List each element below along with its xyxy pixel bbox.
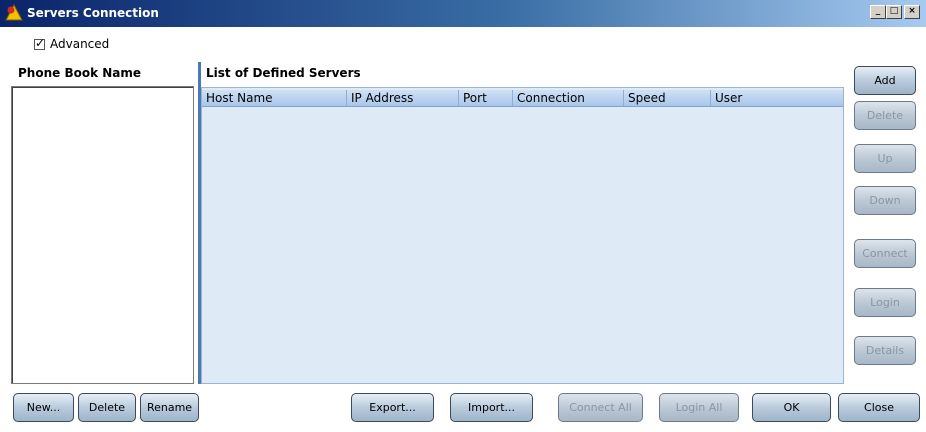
import-button[interactable]: Import...: [450, 393, 533, 422]
column-user[interactable]: User: [711, 90, 843, 106]
connect-all-button[interactable]: Connect All: [558, 393, 643, 422]
column-speed[interactable]: Speed: [624, 90, 711, 106]
phonebook-heading: Phone Book Name: [18, 66, 142, 80]
phonebook-list[interactable]: [11, 86, 194, 384]
servers-heading: List of Defined Servers: [206, 66, 361, 80]
login-all-button[interactable]: Login All: [659, 393, 739, 422]
servers-table-header: Host Name IP Address Port Connection Spe…: [202, 90, 843, 107]
close-window-button[interactable]: ×: [904, 5, 920, 19]
maximize-button[interactable]: □: [886, 5, 902, 19]
login-button[interactable]: Login: [854, 288, 916, 317]
new-phonebook-button[interactable]: New...: [13, 393, 74, 422]
minimize-button[interactable]: _: [870, 5, 886, 19]
column-connection[interactable]: Connection: [513, 90, 624, 106]
column-host-name[interactable]: Host Name: [202, 90, 347, 106]
connect-button[interactable]: Connect: [854, 239, 916, 268]
window-title: Servers Connection: [27, 6, 159, 20]
up-button[interactable]: Up: [854, 144, 916, 173]
delete-server-button[interactable]: Delete: [854, 101, 916, 130]
advanced-label: Advanced: [50, 37, 110, 51]
down-button[interactable]: Down: [854, 186, 916, 215]
app-icon: [5, 4, 23, 21]
window-controls: _ □ ×: [870, 5, 920, 19]
servers-table[interactable]: Host Name IP Address Port Connection Spe…: [201, 87, 844, 384]
close-button[interactable]: Close: [838, 393, 920, 422]
export-button[interactable]: Export...: [351, 393, 434, 422]
advanced-option[interactable]: Advanced: [34, 36, 110, 51]
column-ip-address[interactable]: IP Address: [347, 90, 459, 106]
add-button[interactable]: Add: [854, 66, 916, 95]
column-port[interactable]: Port: [459, 90, 513, 106]
details-button[interactable]: Details: [854, 336, 916, 365]
advanced-checkbox[interactable]: [34, 36, 45, 50]
ok-button[interactable]: OK: [752, 393, 831, 422]
delete-phonebook-button[interactable]: Delete: [78, 393, 136, 422]
title-bar: Servers Connection _ □ ×: [0, 0, 926, 27]
rename-phonebook-button[interactable]: Rename: [140, 393, 199, 422]
